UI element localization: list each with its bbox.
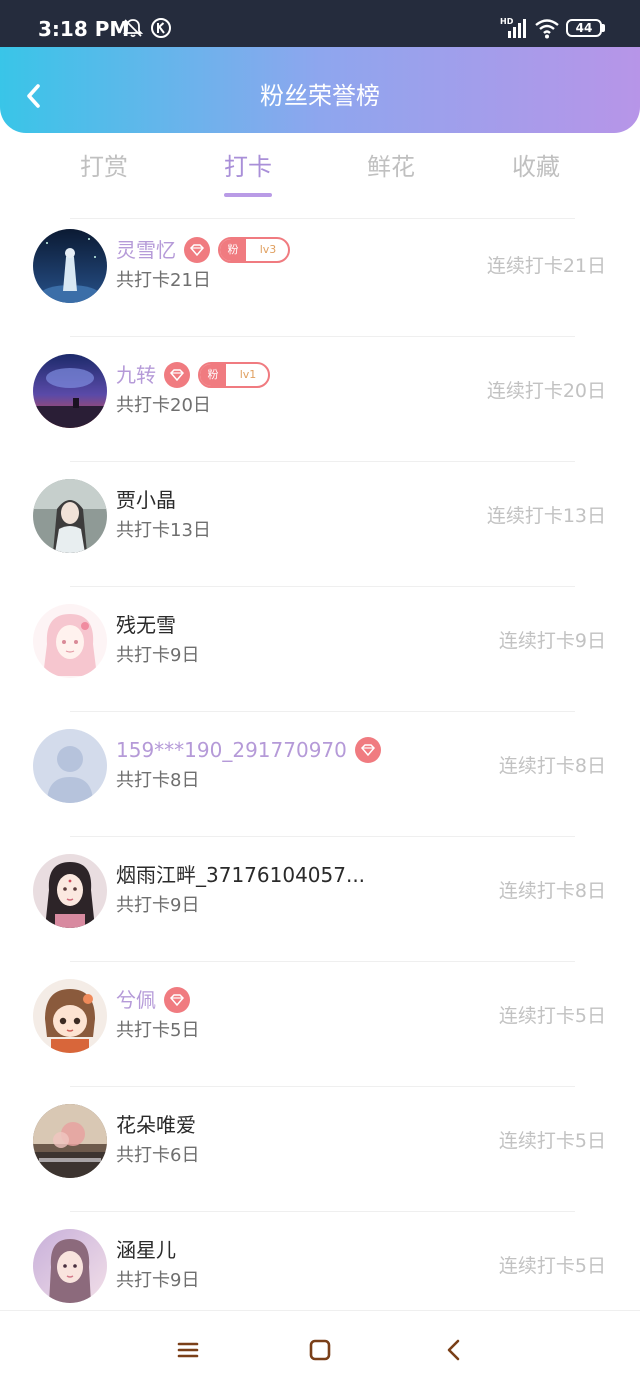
svg-text:HD: HD [500,17,514,26]
tab-favorites[interactable]: 收藏 [466,145,606,189]
fan-name: 烟雨江畔_37176104057... [116,863,366,887]
avatar [33,729,107,803]
list-item[interactable]: 159***190_291770970 共打卡8日 连续打卡8日 [0,719,640,843]
tab-flowers[interactable]: 鲜花 [321,145,461,189]
streak-checkins: 连续打卡8日 [498,880,606,902]
list-item[interactable]: 九转 粉 lv1 共打卡20日 连续打卡20日 [0,344,640,468]
total-checkins: 共打卡21日 [116,270,211,291]
fan-name: 九转 [116,363,156,387]
total-checkins: 共打卡5日 [116,1020,200,1041]
row-divider [70,336,575,337]
avatar [33,1229,107,1303]
fan-badge-level: lv3 [259,243,277,256]
total-checkins: 共打卡9日 [116,895,200,916]
avatar [33,229,107,303]
total-checkins: 共打卡9日 [116,645,200,666]
avatar [33,479,107,553]
back-triangle-icon[interactable] [441,1337,467,1363]
streak-checkins: 连续打卡20日 [486,380,606,402]
fan-badge-level: lv1 [239,368,257,381]
fan-name: 残无雪 [116,613,176,637]
avatar [33,1104,107,1178]
total-checkins: 共打卡8日 [116,770,200,791]
fan-name: 159***190_291770970 [116,738,347,762]
app-header: 3:18 PM HD 44 粉丝荣誉榜 [0,0,640,133]
diamond-badge-icon [354,737,381,763]
tab-bar: 打赏 打卡 鲜花 收藏 [0,145,640,201]
hd-signal-icon: HD [500,17,526,38]
list-item[interactable]: 残无雪 共打卡9日 连续打卡9日 [0,594,640,718]
battery-tip [602,24,605,32]
fan-name: 涵星儿 [116,1238,176,1262]
row-divider [70,461,575,462]
wifi-icon [535,19,559,39]
streak-checkins: 连续打卡13日 [486,505,606,527]
name-line: 九转 粉 lv1 [116,360,270,390]
fan-badge-label: 粉 [220,239,246,261]
name-line: 159***190_291770970 [116,735,381,765]
fan-name: 灵雪忆 [116,238,176,262]
battery-icon: 44 [566,19,602,37]
name-line: 灵雪忆 粉 lv3 [116,235,290,265]
row-divider [70,586,575,587]
k-icon [151,18,171,38]
streak-checkins: 连续打卡5日 [498,1130,606,1152]
bell-off-icon [122,19,144,38]
list-item[interactable]: 兮佩 共打卡5日 连续打卡5日 [0,969,640,1093]
row-divider [70,1086,575,1087]
name-line: 兮佩 [116,985,190,1015]
list-item[interactable]: 花朵唯爱 共打卡6日 连续打卡5日 [0,1094,640,1218]
row-divider [70,711,575,712]
fan-name: 花朵唯爱 [116,1113,196,1137]
name-line: 花朵唯爱 [116,1110,196,1140]
fan-level-badge: 粉 lv3 [218,237,290,263]
total-checkins: 共打卡6日 [116,1145,200,1166]
avatar [33,979,107,1053]
menu-icon[interactable] [175,1337,201,1363]
streak-checkins: 连续打卡5日 [498,1255,606,1277]
list-item[interactable]: 烟雨江畔_37176104057... 共打卡9日 连续打卡8日 [0,844,640,968]
status-time: 3:18 PM [38,17,130,41]
total-checkins: 共打卡13日 [116,520,211,541]
tab-reward[interactable]: 打赏 [34,145,174,189]
row-divider [70,1211,575,1212]
fan-level-badge: 粉 lv1 [198,362,270,388]
total-checkins: 共打卡9日 [116,1270,200,1291]
name-line: 涵星儿 [116,1235,176,1265]
fan-name: 兮佩 [116,988,156,1012]
row-divider [70,961,575,962]
total-checkins: 共打卡20日 [116,395,211,416]
name-line: 贾小晶 [116,485,176,515]
fan-badge-label: 粉 [200,364,226,386]
diamond-badge-icon [164,362,190,388]
streak-checkins: 连续打卡5日 [498,1005,606,1027]
home-square-icon[interactable] [307,1337,333,1363]
list-item[interactable]: 贾小晶 共打卡13日 连续打卡13日 [0,469,640,593]
avatar [33,354,107,428]
page-title: 粉丝荣誉榜 [260,82,380,110]
row-divider [70,836,575,837]
avatar [33,604,107,678]
tab-checkin[interactable]: 打卡 [178,145,318,189]
avatar [33,854,107,928]
streak-checkins: 连续打卡21日 [486,255,606,277]
streak-checkins: 连续打卡8日 [498,755,606,777]
list-item[interactable]: 灵雪忆 粉 lv3 共打卡21日 连续打卡21日 [0,219,640,343]
system-nav-bar [0,1310,640,1388]
name-line: 烟雨江畔_37176104057... [116,860,365,890]
fan-name: 贾小晶 [116,488,176,512]
tab-active-indicator [224,193,272,197]
diamond-badge-icon [164,987,190,1013]
diamond-badge-icon [184,237,210,263]
name-line: 残无雪 [116,610,176,640]
streak-checkins: 连续打卡9日 [498,630,606,652]
